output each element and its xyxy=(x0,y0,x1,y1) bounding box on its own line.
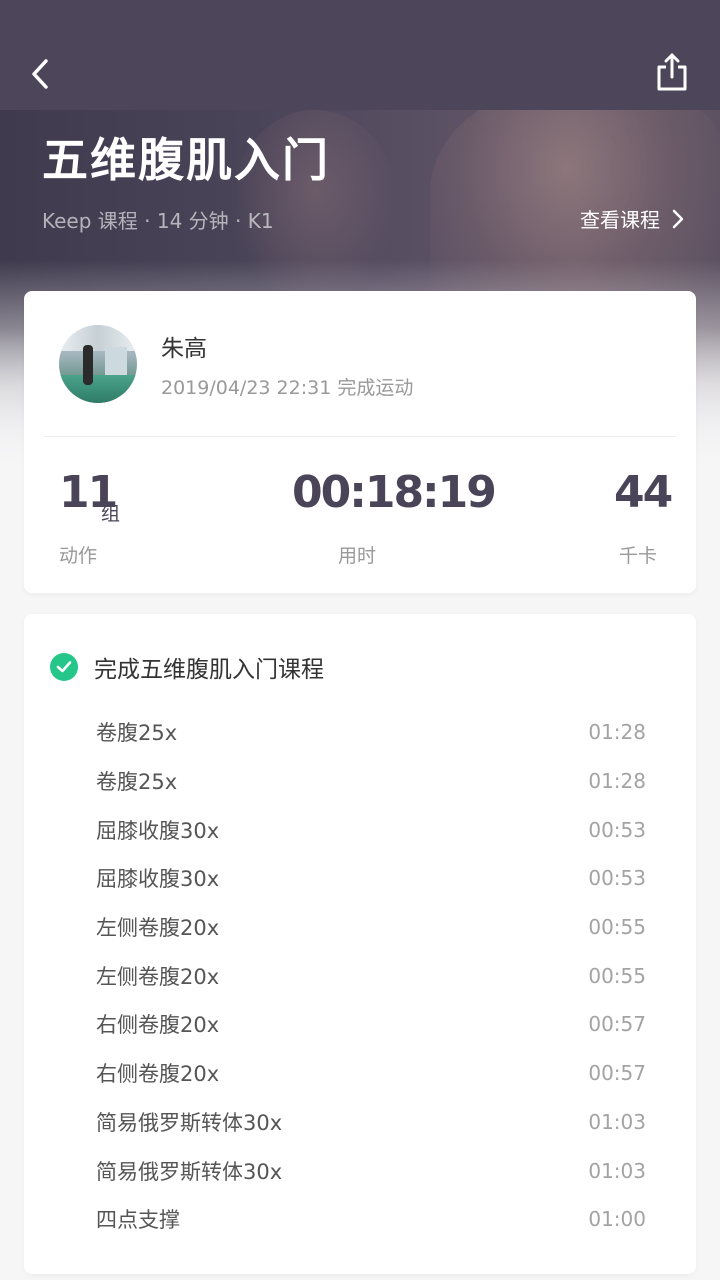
exercise-duration: 01:03 xyxy=(588,1109,646,1134)
share-icon xyxy=(657,53,687,91)
list-item[interactable]: 卷腹25x 01:28 xyxy=(96,757,646,806)
chevron-right-icon xyxy=(672,209,684,228)
exercise-name: 右侧卷腹20x xyxy=(96,1062,220,1087)
exercise-name: 右侧卷腹20x xyxy=(96,1013,220,1038)
calories-value: 44 xyxy=(614,467,673,518)
list-item[interactable]: 卷腹25x 01:28 xyxy=(96,708,646,757)
workout-summary-card: 朱高 2019/04/23 22:31 完成运动 11 组 动作 00:18:1… xyxy=(24,291,696,593)
avatar-wall xyxy=(105,347,127,377)
back-button[interactable] xyxy=(22,54,58,94)
exercise-list: 卷腹25x 01:28 卷腹25x 01:28 屈膝收腹30x 00:53 屈膝收腹30x 0… xyxy=(96,708,646,1244)
exercise-duration: 01:00 xyxy=(588,1207,646,1232)
exercise-name: 左侧卷腹20x xyxy=(96,964,220,989)
exercise-name: 简易俄罗斯转体30x xyxy=(96,1159,283,1184)
exercise-duration: 01:28 xyxy=(588,720,646,745)
calories-label: 千卡 xyxy=(619,545,658,567)
completion-header: 完成五维腹肌入门课程 xyxy=(50,650,324,684)
list-item[interactable]: 左侧卷腹20x 00:55 xyxy=(96,903,646,952)
exercise-duration: 01:03 xyxy=(588,1158,646,1183)
exercise-duration: 00:53 xyxy=(588,866,646,891)
list-item[interactable]: 右侧卷腹20x 00:57 xyxy=(96,1000,646,1049)
divider xyxy=(44,436,676,437)
exercise-duration: 00:55 xyxy=(588,963,646,988)
list-item[interactable]: 四点支撑 01:00 xyxy=(96,1195,646,1244)
course-title: 五维腹肌入门 xyxy=(42,133,330,187)
exercise-duration: 00:53 xyxy=(588,817,646,842)
avatar-person xyxy=(83,345,93,385)
user-name[interactable]: 朱高 xyxy=(161,329,207,363)
view-course-link[interactable]: 查看课程 xyxy=(580,204,684,233)
list-item[interactable]: 左侧卷腹20x 00:55 xyxy=(96,951,646,1000)
exercise-name: 卷腹25x xyxy=(96,770,178,795)
list-item[interactable]: 右侧卷腹20x 00:57 xyxy=(96,1049,646,1098)
list-item[interactable]: 屈膝收腹30x 00:53 xyxy=(96,805,646,854)
exercise-duration: 00:57 xyxy=(588,1061,646,1086)
course-meta: Keep 课程 · 14 分钟 · K1 xyxy=(42,209,274,233)
share-button[interactable] xyxy=(650,48,694,96)
sets-unit: 组 xyxy=(101,503,121,525)
chevron-left-icon xyxy=(32,59,48,89)
duration-value: 00:18:19 xyxy=(292,467,497,518)
duration-label: 用时 xyxy=(338,545,377,567)
avatar[interactable] xyxy=(59,325,137,403)
list-item[interactable]: 简易俄罗斯转体30x 01:03 xyxy=(96,1098,646,1147)
exercise-duration: 00:57 xyxy=(588,1012,646,1037)
list-item[interactable]: 屈膝收腹30x 00:53 xyxy=(96,854,646,903)
exercise-duration: 00:55 xyxy=(588,915,646,940)
exercise-name: 四点支撑 xyxy=(96,1208,180,1233)
avatar-court xyxy=(59,375,137,403)
exercise-duration: 01:28 xyxy=(588,769,646,794)
finish-time: 2019/04/23 22:31 完成运动 xyxy=(161,377,414,399)
exercise-name: 屈膝收腹30x xyxy=(96,867,220,892)
sets-label: 动作 xyxy=(59,545,98,567)
exercise-list-card: 完成五维腹肌入门课程 卷腹25x 01:28 卷腹25x 01:28 屈膝收腹30x 00… xyxy=(24,614,696,1274)
view-course-label: 查看课程 xyxy=(580,208,660,232)
exercise-name: 屈膝收腹30x xyxy=(96,818,220,843)
top-bar xyxy=(0,0,720,110)
exercise-name: 卷腹25x xyxy=(96,721,178,746)
exercise-name: 简易俄罗斯转体30x xyxy=(96,1110,283,1135)
list-item[interactable]: 简易俄罗斯转体30x 01:03 xyxy=(96,1146,646,1195)
exercise-name: 左侧卷腹20x xyxy=(96,916,220,941)
check-circle-icon xyxy=(50,653,78,681)
completion-title: 完成五维腹肌入门课程 xyxy=(94,657,324,683)
